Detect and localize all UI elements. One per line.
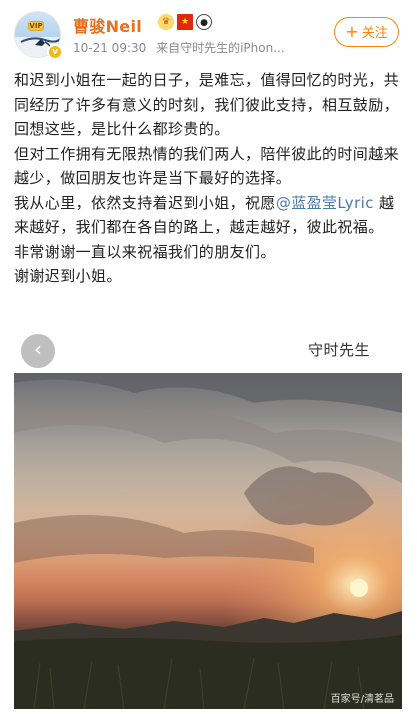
follow-label: 关注 bbox=[361, 26, 388, 41]
follow-button[interactable]: + 关注 bbox=[334, 17, 399, 47]
post-text: 和迟到小姐在一起的日子，是难忘，值得回忆的时光，共同经历了许多有意义的时刻，我们… bbox=[14, 68, 406, 289]
china-flag-icon: ★ bbox=[177, 14, 193, 30]
username-badges: ♛ ★ ● bbox=[158, 14, 212, 30]
image-caption: 守时先生 bbox=[308, 341, 371, 359]
post-paragraph: 和迟到小姐在一起的日子，是难忘，值得回忆的时光，共同经历了许多有意义的时刻，我们… bbox=[14, 71, 400, 138]
watermark: 百家号/清茗品 bbox=[330, 694, 394, 705]
post-paragraph: 但对工作拥有无限热情的我们两人，陪伴彼此的时间越来越少，做回朋友也许是当下最好的… bbox=[14, 144, 400, 188]
panda-icon: ● bbox=[196, 14, 212, 30]
mention-link[interactable]: @蓝盈莹Lyric bbox=[276, 194, 374, 212]
post-meta: 10-21 09:30 来自守时先生的iPhon... bbox=[73, 39, 285, 56]
post-time: 10-21 09:30 bbox=[73, 41, 147, 55]
plus-icon: + bbox=[345, 22, 359, 41]
post-text-segment: 我从心里，依然支持着迟到小姐，祝愿 bbox=[14, 193, 276, 212]
post-paragraph: 非常谢谢一直以来祝福我们的朋友们。 bbox=[14, 242, 276, 261]
vip-badge: VIP bbox=[28, 21, 44, 31]
sunset-illustration bbox=[14, 373, 402, 709]
verified-icon: v bbox=[47, 44, 63, 60]
post-source[interactable]: 来自守时先生的iPhon... bbox=[156, 41, 285, 55]
crown-emoji-icon: ♛ bbox=[158, 14, 174, 30]
post-paragraph: 谢谢迟到小姐。 bbox=[14, 267, 122, 285]
weibo-post: VIP v 曹骏Neil ♛ ★ ● 10-21 09:30 来自守时先生的iP… bbox=[0, 0, 417, 714]
sunset-photo[interactable]: 百家号/清茗品 bbox=[14, 373, 402, 709]
back-arrow-icon[interactable]: ‹ bbox=[21, 334, 55, 368]
post-paragraph: 我从心里，依然支持着迟到小姐，祝愿@蓝盈莹Lyric 越来越好，我们都在各自的路… bbox=[14, 191, 406, 240]
username[interactable]: 曹骏Neil bbox=[73, 13, 142, 37]
post-header: VIP v 曹骏Neil ♛ ★ ● 10-21 09:30 来自守时先生的iP… bbox=[0, 0, 417, 64]
